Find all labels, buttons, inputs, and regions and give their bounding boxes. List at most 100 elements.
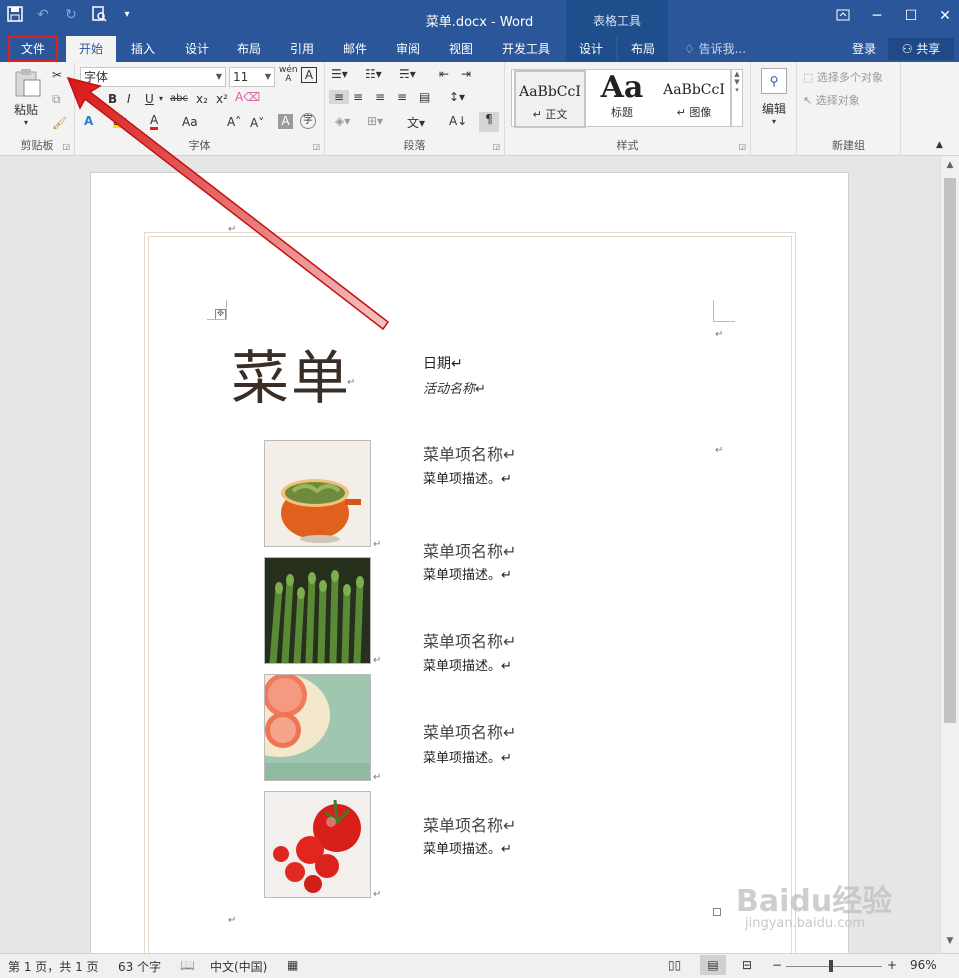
food-image-asparagus[interactable]: [264, 557, 371, 664]
phonetic-guide-button[interactable]: wén A: [279, 66, 298, 84]
style-title[interactable]: Aa 标题: [586, 70, 658, 128]
justify-icon[interactable]: ≡: [397, 90, 407, 104]
line-spacing-icon[interactable]: ↕▾: [449, 90, 465, 104]
align-left-icon[interactable]: ≡: [329, 90, 349, 104]
change-case-icon[interactable]: Aa: [182, 115, 198, 129]
grow-font-icon[interactable]: A˄: [227, 115, 241, 129]
multilevel-list-icon[interactable]: ☴▾: [399, 67, 416, 81]
chevron-down-icon[interactable]: ▾: [159, 94, 163, 103]
font-size-combo[interactable]: 11 ▼: [229, 67, 275, 87]
distributed-icon[interactable]: ▤: [419, 90, 430, 104]
proofing-icon[interactable]: 📖: [180, 958, 195, 972]
shrink-font-icon[interactable]: A˅: [250, 116, 264, 130]
date-field[interactable]: 日期↵: [423, 353, 463, 373]
share-button[interactable]: ⚇ 共享: [888, 38, 954, 60]
text-direction-icon[interactable]: 文▾: [407, 114, 425, 131]
menu-item-description[interactable]: 菜单项描述。↵: [423, 564, 512, 583]
print-layout-icon[interactable]: ▤: [700, 955, 726, 975]
zoom-in-icon[interactable]: +: [887, 958, 897, 972]
superscript-icon[interactable]: x²: [216, 92, 228, 106]
increase-indent-icon[interactable]: ⇥: [461, 67, 471, 81]
tab-layout[interactable]: 布局: [226, 36, 272, 62]
tab-file[interactable]: 文件: [8, 36, 58, 62]
macro-icon[interactable]: ▦: [287, 958, 298, 972]
dialog-launcher-icon[interactable]: ◲: [62, 142, 70, 151]
word-count[interactable]: 63 个字: [118, 958, 161, 975]
menu-item-name[interactable]: 菜单项名称↵: [423, 441, 516, 465]
tab-home[interactable]: 开始: [66, 36, 116, 62]
scroll-down-icon[interactable]: ▼: [941, 936, 959, 946]
decrease-indent-icon[interactable]: ⇤: [439, 67, 449, 81]
food-image-beans[interactable]: [264, 440, 371, 547]
copy-icon[interactable]: ⧉: [52, 92, 61, 107]
tab-design[interactable]: 设计: [174, 36, 220, 62]
select-objects-button[interactable]: ↖ 选择对象: [803, 92, 860, 108]
ribbon-display-options-icon[interactable]: [835, 8, 851, 26]
tab-table-layout[interactable]: 布局: [618, 36, 668, 62]
scroll-thumb[interactable]: [944, 178, 956, 723]
menu-item-name[interactable]: 菜单项名称↵: [423, 719, 516, 743]
read-mode-icon[interactable]: ▯▯: [668, 958, 681, 972]
scroll-up-icon[interactable]: ▲: [941, 160, 959, 170]
zoom-out-icon[interactable]: −: [772, 958, 782, 972]
document-title[interactable]: 菜单: [231, 331, 351, 415]
login-link[interactable]: 登录: [852, 36, 876, 62]
italic-icon[interactable]: I: [127, 92, 131, 106]
collapse-ribbon-icon[interactable]: ▲: [936, 140, 943, 150]
maximize-icon[interactable]: ☐: [903, 8, 919, 26]
tell-me-search[interactable]: ♢ 告诉我...: [684, 36, 746, 62]
paste-button[interactable]: 粘贴 ▾: [8, 68, 44, 132]
tab-mailings[interactable]: 邮件: [332, 36, 378, 62]
select-multiple-objects-button[interactable]: ⬚ 选择多个对象: [803, 69, 883, 85]
enclose-characters-icon[interactable]: 字: [300, 113, 316, 129]
dialog-launcher-icon[interactable]: ◲: [738, 142, 746, 151]
text-effects-icon[interactable]: A: [84, 114, 93, 128]
page-count[interactable]: 第 1 页，共 1 页: [8, 958, 99, 975]
show-marks-icon[interactable]: ¶: [479, 112, 499, 132]
align-center-icon[interactable]: ≡: [353, 90, 363, 104]
font-name-combo[interactable]: 字体 ▼: [80, 67, 226, 87]
tab-review[interactable]: 审阅: [385, 36, 431, 62]
zoom-slider[interactable]: [786, 966, 882, 967]
menu-item-description[interactable]: 菜单项描述。↵: [423, 655, 512, 674]
shading-icon[interactable]: ◈▾: [335, 114, 350, 128]
table-resize-handle[interactable]: [713, 908, 721, 916]
vertical-scrollbar[interactable]: ▲ ▼: [940, 156, 959, 953]
menu-item-name[interactable]: 菜单项名称↵: [423, 812, 516, 836]
minimize-icon[interactable]: ─: [869, 8, 885, 26]
clear-formatting-icon[interactable]: A⌫: [235, 90, 260, 104]
zoom-level[interactable]: 96%: [910, 958, 937, 972]
language-indicator[interactable]: 中文(中国): [210, 958, 267, 975]
food-image-grapefruit[interactable]: [264, 674, 371, 781]
style-image[interactable]: AaBbCcI ↵ 图像: [658, 70, 730, 128]
event-name-field[interactable]: 活动名称↵: [423, 378, 486, 397]
character-shading-icon[interactable]: A: [278, 114, 293, 129]
menu-item-description[interactable]: 菜单项描述。↵: [423, 838, 512, 857]
document-page[interactable]: ↵ ✥ ↵ 菜单 ↵ 日期↵ 活动名称↵ ↵ ↵ ↵ ↵ 菜单项名称↵ 菜单项描…: [90, 172, 849, 953]
editing-button[interactable]: ⚲ 编辑 ▾: [757, 68, 791, 126]
tab-view[interactable]: 视图: [438, 36, 484, 62]
tab-developer[interactable]: 开发工具: [494, 36, 558, 62]
menu-item-name[interactable]: 菜单项名称↵: [423, 628, 516, 652]
bullets-icon[interactable]: ☰▾: [331, 67, 348, 81]
tab-insert[interactable]: 插入: [120, 36, 166, 62]
cut-icon[interactable]: ✂: [52, 68, 62, 82]
style-normal[interactable]: AaBbCcI ↵ 正文: [514, 70, 586, 128]
tab-table-design[interactable]: 设计: [566, 36, 616, 62]
close-icon[interactable]: ✕: [937, 8, 953, 26]
food-image-tomatoes[interactable]: [264, 791, 371, 898]
subscript-icon[interactable]: x₂: [196, 92, 208, 106]
numbering-icon[interactable]: ☷▾: [365, 67, 382, 81]
dialog-launcher-icon[interactable]: ◲: [312, 142, 320, 151]
web-layout-icon[interactable]: ⊟: [742, 958, 752, 972]
align-right-icon[interactable]: ≡: [375, 90, 385, 104]
zoom-slider-thumb[interactable]: [829, 960, 833, 972]
font-color-icon[interactable]: A: [150, 114, 159, 130]
borders-icon[interactable]: ⊞▾: [367, 114, 383, 128]
format-painter-icon[interactable]: 🖌: [52, 116, 67, 130]
underline-icon[interactable]: U: [145, 92, 154, 106]
highlight-icon[interactable]: ab: [113, 114, 128, 128]
sort-icon[interactable]: A↓: [449, 114, 467, 128]
bold-icon[interactable]: B: [108, 92, 117, 106]
menu-item-description[interactable]: 菜单项描述。↵: [423, 468, 512, 487]
